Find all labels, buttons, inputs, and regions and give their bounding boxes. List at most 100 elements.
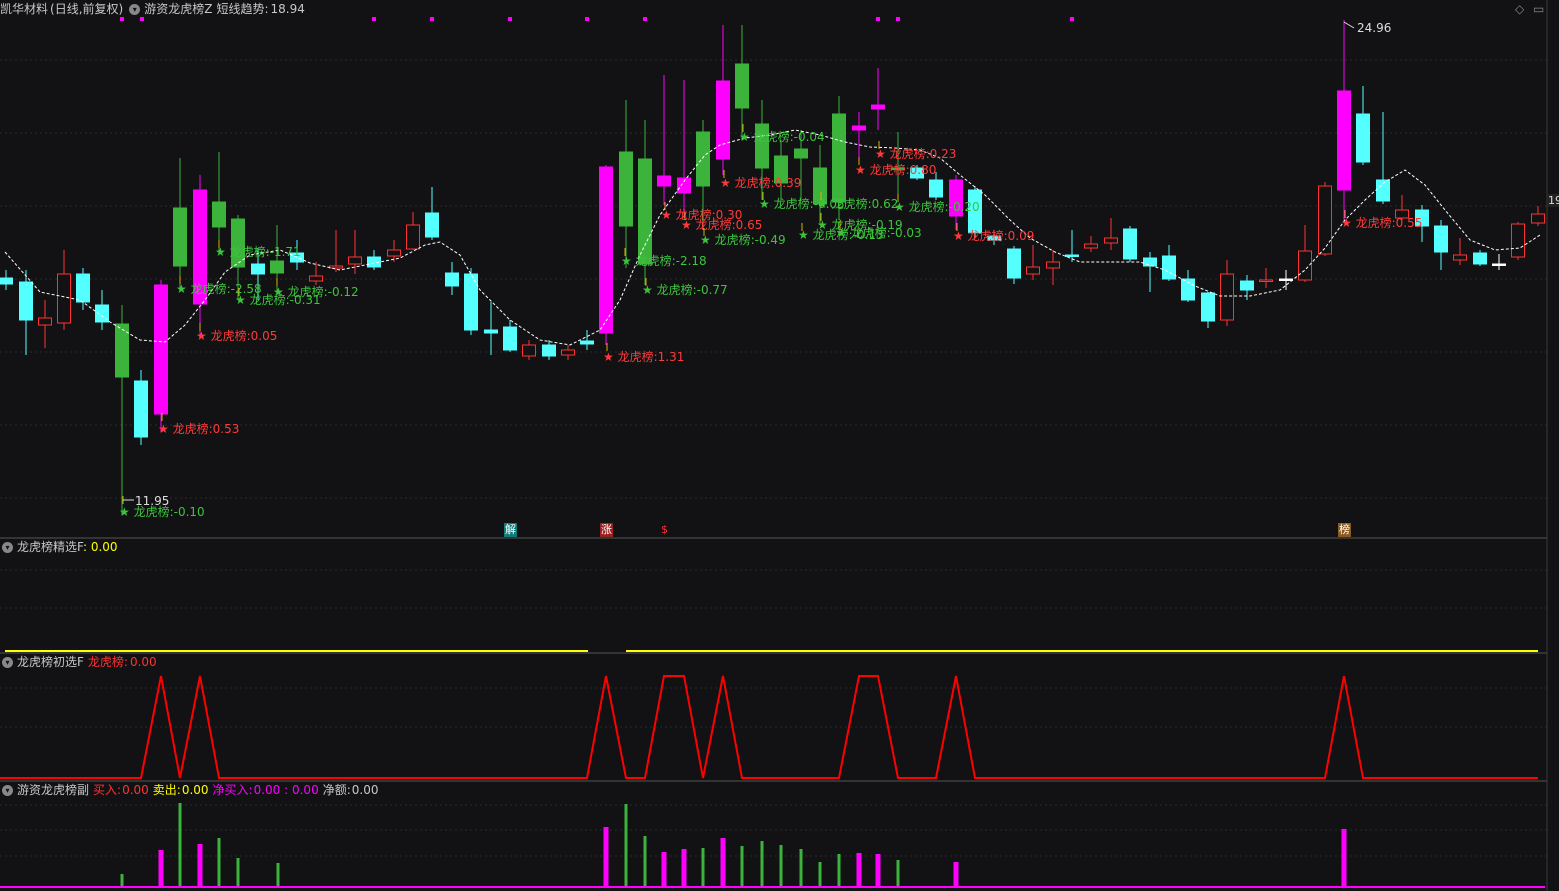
volume-bar xyxy=(799,849,803,886)
dragon-list-label: ★ 龙虎榜:0.65 xyxy=(681,217,762,232)
candle xyxy=(1376,112,1390,204)
candle-body xyxy=(696,131,710,187)
candle xyxy=(580,330,594,350)
trend-label: 短线趋势: xyxy=(216,2,269,16)
dragon-list-label: ★ 龙虎榜:0.55 xyxy=(1341,215,1422,230)
candle xyxy=(735,25,749,140)
panel-dividers xyxy=(0,537,1547,782)
dragon-list-label: ★ 龙虎榜:0.53 xyxy=(158,421,239,436)
candle xyxy=(522,340,536,360)
candle-body xyxy=(154,284,168,415)
volume-bar xyxy=(681,849,687,886)
candle-body xyxy=(522,344,536,357)
volume-bar xyxy=(158,850,164,886)
volume-bar xyxy=(818,862,822,886)
volume-bar xyxy=(178,803,182,886)
panel2-label: 龙虎榜: xyxy=(87,655,128,669)
candle xyxy=(348,230,362,274)
buy-label: 买入: xyxy=(93,783,122,797)
candle xyxy=(309,262,323,285)
panel1-title[interactable]: 龙虎榜精选F xyxy=(17,540,83,554)
candle xyxy=(0,270,13,290)
candle-body xyxy=(1220,273,1234,321)
candle xyxy=(173,158,187,290)
candle-body xyxy=(1337,90,1351,191)
candle xyxy=(716,25,730,175)
signal-badge[interactable]: 解 xyxy=(504,523,517,537)
volume-bar xyxy=(953,862,959,886)
candle xyxy=(542,340,556,360)
candle-body xyxy=(929,179,943,198)
candle-body xyxy=(76,273,90,303)
signal-dot xyxy=(372,17,376,21)
candle xyxy=(1259,268,1273,288)
candle xyxy=(154,280,168,432)
candle-body xyxy=(173,207,187,267)
candle xyxy=(1143,252,1157,292)
kline-chart-area[interactable]: ★ 龙虎榜:-0.10★ 龙虎榜:0.53★ 龙虎榜:-2.58★ 龙虎榜:0.… xyxy=(0,0,1559,891)
candle-body xyxy=(387,249,401,257)
signal-badge[interactable]: 涨 xyxy=(600,523,613,537)
candle xyxy=(1104,218,1118,250)
candle xyxy=(38,300,52,348)
signal-badge[interactable]: 榜 xyxy=(1338,523,1351,537)
candle xyxy=(599,165,613,345)
volume-bar xyxy=(720,838,726,886)
chevron-down-icon[interactable]: ▾ xyxy=(2,542,13,553)
chevron-down-icon[interactable]: ▾ xyxy=(129,4,141,15)
signal-badge[interactable]: $ xyxy=(658,523,671,537)
right-scroll-edge[interactable] xyxy=(1547,0,1559,891)
candle-body xyxy=(1007,248,1021,279)
dragon-list-label: ★ 龙虎榜:0.09 xyxy=(953,228,1034,243)
signal-dot xyxy=(508,17,512,21)
dragon-list-label: ★ 龙虎榜:-0.04 xyxy=(739,129,825,144)
candle xyxy=(329,230,343,272)
dragon-list-label: ★ 龙虎榜:0.39 xyxy=(720,175,801,190)
candle-body xyxy=(1026,266,1040,275)
candle-body xyxy=(677,177,691,194)
candle xyxy=(134,370,148,445)
candle-body xyxy=(1453,254,1467,261)
candle xyxy=(1220,260,1234,326)
panel2-title[interactable]: 龙虎榜初选F xyxy=(17,655,84,669)
expand-icon[interactable]: ▭ xyxy=(1533,2,1544,16)
dragon-list-label: ★ 龙虎榜:0.80 xyxy=(855,162,936,177)
dragon-list-label: ★ 龙虎榜:1.31 xyxy=(603,349,684,364)
diamond-icon[interactable]: ◇ xyxy=(1515,2,1524,16)
candle xyxy=(1201,292,1215,328)
chevron-down-icon[interactable]: ▾ xyxy=(2,785,13,796)
candle-body xyxy=(1162,255,1176,280)
candle-body xyxy=(57,273,71,324)
candle-body xyxy=(1123,228,1137,260)
net-buy-value: 0.00 : 0.00 xyxy=(253,783,319,797)
dragon-list-label: ★ 龙虎榜:-0.03 xyxy=(836,225,922,240)
panel3-header: ▾ 游资龙虎榜副 买入:0.00 卖出:0.00 净买入:0.00 : 0.00 净额:0… xyxy=(0,782,382,798)
candle-body xyxy=(580,340,594,345)
candle-body xyxy=(1318,185,1332,255)
candle-body xyxy=(619,151,633,227)
candle-body xyxy=(1492,263,1506,266)
chart-mode[interactable]: (日线,前复权) xyxy=(50,2,123,16)
candle-body xyxy=(19,281,33,321)
candle xyxy=(1279,270,1293,290)
volume-bar xyxy=(661,852,667,886)
indicator-name[interactable]: 游资龙虎榜Z xyxy=(144,2,212,16)
signal-dot xyxy=(430,17,434,21)
dragon-list-label: ★ 龙虎榜:-0.77 xyxy=(642,282,728,297)
candle-body xyxy=(503,326,517,351)
panel3-title[interactable]: 游资龙虎榜副 xyxy=(17,783,89,797)
candle-body xyxy=(1104,237,1118,244)
chevron-down-icon[interactable]: ▾ xyxy=(2,657,13,668)
signal-dot xyxy=(643,17,647,21)
candle xyxy=(619,100,633,268)
candle xyxy=(1007,246,1021,284)
panel2-value: 0.00 xyxy=(129,655,157,669)
candle-body xyxy=(1201,292,1215,322)
candle-body xyxy=(425,212,439,238)
volume-bar xyxy=(217,838,221,886)
stock-name[interactable]: 凯华材料 xyxy=(0,2,48,16)
candle xyxy=(677,80,691,218)
candle-body xyxy=(1279,278,1293,281)
dragon-list-label: ★ 龙虎榜:0.05 xyxy=(196,328,277,343)
volume-bars xyxy=(0,803,1545,888)
